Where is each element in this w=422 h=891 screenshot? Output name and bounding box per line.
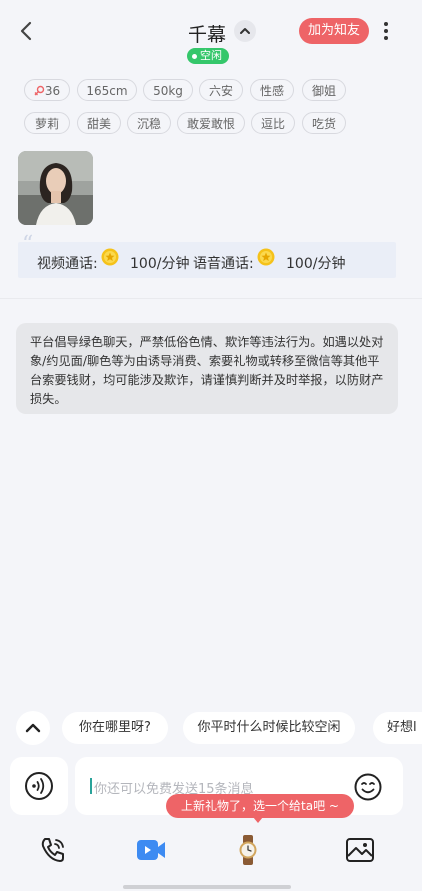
status-text: 空闲 <box>200 49 222 62</box>
tag-trait: 性感 <box>250 79 294 101</box>
top-bar: 千幕 空闲 加为知友 <box>0 0 422 64</box>
coin-icon <box>101 248 119 266</box>
chevron-up-icon <box>25 723 41 733</box>
status-badge: 空闲 <box>187 48 229 64</box>
video-call-price: 100/分钟 <box>130 256 190 272</box>
voice-call-price: 100/分钟 <box>286 256 346 272</box>
tag-city: 六安 <box>199 79 243 101</box>
tag-trait: 敢爱敢恨 <box>177 112 245 134</box>
gift-tooltip[interactable]: 上新礼物了，选一个给ta吧 ~ <box>166 794 354 818</box>
tag-trait: 御姐 <box>302 79 346 101</box>
back-arrow-icon[interactable] <box>14 18 40 44</box>
quick-reply-chip[interactable]: 你在哪里呀? <box>62 712 168 744</box>
tag-height: 165cm <box>77 79 137 101</box>
profile-photo[interactable] <box>18 151 93 225</box>
video-call-label: 视频通话: <box>37 256 98 272</box>
tag-trait: 沉稳 <box>127 112 171 134</box>
tag-trait: 逗比 <box>251 112 295 134</box>
home-indicator <box>123 885 291 889</box>
section-divider <box>0 298 422 299</box>
tooltip-tail <box>253 817 263 823</box>
more-vertical-icon[interactable] <box>378 20 394 42</box>
profile-photo-image <box>18 151 93 225</box>
expand-quick-replies-button[interactable] <box>16 711 50 745</box>
tag-trait: 吃货 <box>302 112 346 134</box>
collapse-profile-button[interactable] <box>234 20 256 42</box>
watch-gift-icon[interactable] <box>232 834 264 866</box>
add-friend-button[interactable]: 加为知友 <box>299 18 369 44</box>
video-camera-icon[interactable] <box>135 834 167 866</box>
status-dot <box>192 53 197 59</box>
tag-trait: 甜美 <box>77 112 121 134</box>
phone-call-icon[interactable] <box>37 834 69 866</box>
voice-call-label: 语音通话: <box>193 256 254 272</box>
safety-notice: 平台倡导绿色聊天，严禁低俗色情、欺诈等违法行为。如遇以处对象/约见面/聊色等为由… <box>16 323 398 414</box>
tag-weight: 50kg <box>143 79 193 101</box>
quick-reply-chip[interactable]: 好想l <box>373 712 422 744</box>
smile-emoji-icon[interactable] <box>353 772 383 802</box>
tag-age: 36 <box>24 79 70 101</box>
coin-icon <box>257 248 275 266</box>
chevron-up-icon <box>240 28 250 34</box>
quick-reply-chip[interactable]: 你平时什么时候比较空闲 <box>183 712 355 744</box>
image-gallery-icon[interactable] <box>344 834 376 866</box>
female-icon <box>34 85 45 96</box>
voice-input-button[interactable] <box>10 757 68 815</box>
page-title: 千幕 <box>188 24 227 46</box>
tag-trait: 萝莉 <box>24 112 70 134</box>
voice-wave-icon <box>25 772 53 800</box>
text-caret <box>90 778 92 794</box>
